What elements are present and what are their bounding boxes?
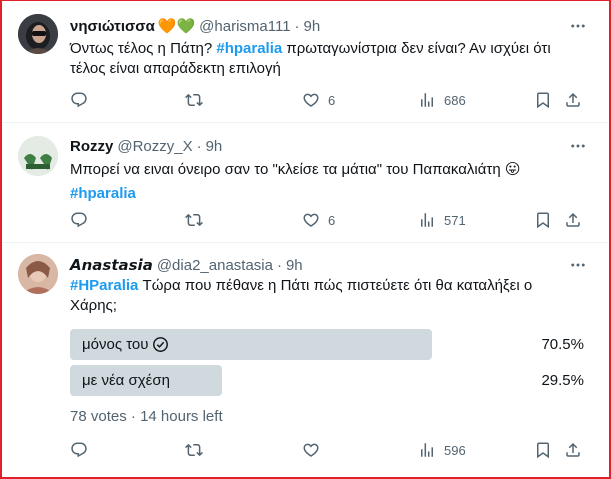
views-chart-icon bbox=[418, 211, 436, 229]
bookmark-icon bbox=[534, 91, 552, 109]
display-name[interactable]: 𝘼𝙣𝙖𝙨𝙩𝙖𝙨𝙞𝙖 bbox=[70, 256, 153, 274]
avatar[interactable] bbox=[18, 14, 58, 54]
tweet-text: Όντως τέλος η Πάτη? #hparalia πρωταγωνίσ… bbox=[70, 39, 580, 79]
bookmark-button[interactable] bbox=[534, 210, 552, 230]
heart-icon bbox=[302, 91, 320, 109]
share-button[interactable] bbox=[564, 210, 582, 230]
views-button[interactable]: 686 bbox=[418, 90, 466, 110]
view-count: 571 bbox=[444, 212, 466, 228]
retweet-icon bbox=[185, 91, 203, 109]
like-button[interactable] bbox=[302, 440, 320, 460]
reply-icon bbox=[70, 211, 88, 229]
name-emoji: 🧡💚 bbox=[157, 18, 196, 35]
more-dots-icon bbox=[569, 17, 587, 35]
retweet-button[interactable] bbox=[185, 90, 203, 110]
retweet-button[interactable] bbox=[185, 210, 203, 230]
like-count: 6 bbox=[328, 92, 336, 108]
hashtag-link[interactable]: #HParalia bbox=[70, 277, 138, 294]
poll-meta: 78 votes · 14 hours left bbox=[70, 408, 223, 425]
more-options-button[interactable] bbox=[568, 16, 588, 36]
display-name[interactable]: νησιώτισσα bbox=[70, 18, 155, 35]
poll-votes: 78 votes bbox=[70, 408, 127, 425]
reply-button[interactable] bbox=[70, 440, 88, 460]
tweet-text: #HParalia Τώρα που πέθανε η Πάτι πώς πισ… bbox=[70, 276, 580, 316]
more-dots-icon bbox=[569, 256, 587, 274]
display-name[interactable]: Rozzy bbox=[70, 138, 113, 155]
avatar-image bbox=[18, 254, 58, 294]
text-segment: Τώρα που πέθανε η Πάτι πώς πιστεύετε ότι… bbox=[70, 277, 533, 314]
heart-icon bbox=[302, 211, 320, 229]
tweet-2[interactable]: Rozzy @Rozzy_X · 9h Μπορεί να ειναι όνει… bbox=[2, 123, 608, 243]
retweet-icon bbox=[185, 211, 203, 229]
view-count: 596 bbox=[444, 442, 466, 458]
avatar-image bbox=[18, 136, 58, 176]
view-count: 686 bbox=[444, 92, 466, 108]
reply-icon bbox=[70, 91, 88, 109]
avatar[interactable] bbox=[18, 254, 58, 294]
hashtag-link[interactable]: #hparalia bbox=[216, 40, 282, 57]
share-button[interactable] bbox=[564, 440, 582, 460]
poll-option-text: μόνος του bbox=[82, 336, 149, 353]
tweet-actions: 596 bbox=[70, 440, 584, 460]
text-line: Μπορεί να ειναι όνειρο σαν το "κλείσε τα… bbox=[70, 161, 521, 178]
share-icon bbox=[564, 211, 582, 229]
views-button[interactable]: 571 bbox=[418, 210, 466, 230]
separator-dot: · bbox=[276, 256, 282, 274]
poll-option-label: μόνος του bbox=[82, 329, 169, 360]
text-segment: Όντως τέλος η Πάτη? bbox=[70, 40, 217, 57]
tweet-text: Μπορεί να ειναι όνειρο σαν το "κλείσε τα… bbox=[70, 160, 580, 204]
poll-percent: 70.5% bbox=[541, 336, 584, 353]
tweet-actions: 6 686 bbox=[70, 90, 584, 110]
share-button[interactable] bbox=[564, 90, 582, 110]
hashtag-link[interactable]: #hparalia bbox=[70, 184, 580, 204]
bookmark-icon bbox=[534, 441, 552, 459]
poll-percent: 29.5% bbox=[541, 372, 584, 389]
poll-option-2: με νέα σχέση 29.5% bbox=[70, 365, 584, 396]
views-button[interactable]: 596 bbox=[418, 440, 466, 460]
user-handle[interactable]: @harisma111 bbox=[199, 18, 290, 35]
user-handle[interactable]: @dia2_anastasia bbox=[157, 257, 273, 274]
timestamp[interactable]: 9h bbox=[304, 18, 321, 35]
bookmark-button[interactable] bbox=[534, 90, 552, 110]
bookmark-button[interactable] bbox=[534, 440, 552, 460]
like-button[interactable]: 6 bbox=[302, 210, 335, 230]
separator-dot: · bbox=[294, 17, 300, 35]
tweet-1[interactable]: νησιώτισσα 🧡💚 @harisma111 · 9h Όντως τέλ… bbox=[2, 0, 608, 123]
poll-option-1: μόνος του 70.5% bbox=[70, 329, 584, 360]
like-count: 6 bbox=[328, 212, 336, 228]
reply-icon bbox=[70, 441, 88, 459]
timestamp[interactable]: 9h bbox=[206, 138, 223, 155]
reply-button[interactable] bbox=[70, 210, 88, 230]
retweet-icon bbox=[185, 441, 203, 459]
share-icon bbox=[564, 441, 582, 459]
retweet-button[interactable] bbox=[185, 440, 203, 460]
views-chart-icon bbox=[418, 91, 436, 109]
tweet-actions: 6 571 bbox=[70, 210, 584, 230]
more-dots-icon bbox=[569, 137, 587, 155]
more-options-button[interactable] bbox=[568, 255, 588, 275]
more-options-button[interactable] bbox=[568, 136, 588, 156]
heart-icon bbox=[302, 441, 320, 459]
user-handle[interactable]: @Rozzy_X bbox=[117, 138, 192, 155]
tweet-3[interactable]: 𝘼𝙣𝙖𝙨𝙩𝙖𝙨𝙞𝙖 @dia2_anastasia · 9h #HParalia… bbox=[2, 243, 608, 479]
reply-button[interactable] bbox=[70, 90, 88, 110]
separator-dot: · bbox=[196, 137, 202, 155]
avatar-image bbox=[18, 14, 58, 54]
poll-time-left: 14 hours left bbox=[140, 408, 223, 425]
checkmark-circle-icon bbox=[153, 337, 169, 352]
poll-option-label: με νέα σχέση bbox=[82, 365, 170, 396]
views-chart-icon bbox=[418, 441, 436, 459]
like-button[interactable]: 6 bbox=[302, 90, 335, 110]
timestamp[interactable]: 9h bbox=[286, 257, 303, 274]
share-icon bbox=[564, 91, 582, 109]
avatar[interactable] bbox=[18, 136, 58, 176]
bookmark-icon bbox=[534, 211, 552, 229]
poll-option-text: με νέα σχέση bbox=[82, 372, 170, 389]
separator-dot: · bbox=[130, 408, 136, 425]
